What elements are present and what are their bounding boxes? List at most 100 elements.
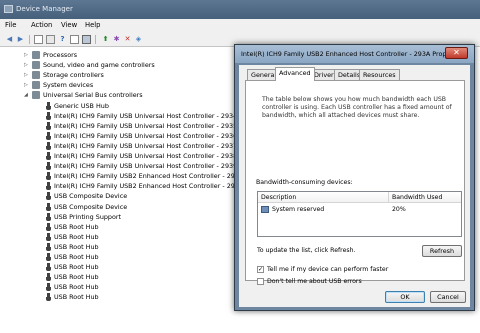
forward-icon[interactable]: ▶ bbox=[16, 35, 25, 44]
close-icon: ✕ bbox=[453, 48, 460, 57]
tree-device[interactable]: USB Root Hub bbox=[38, 222, 238, 232]
tree-device[interactable]: Intel(R) ICH9 Family USB2 Enhanced Host … bbox=[38, 171, 243, 181]
cancel-button[interactable]: Cancel bbox=[430, 291, 466, 303]
monitor-icon[interactable] bbox=[82, 35, 91, 44]
tree-category[interactable]: ▷ Sound, video and game controllers bbox=[24, 60, 224, 70]
storage-icon bbox=[32, 71, 40, 80]
plug-shape bbox=[46, 105, 51, 110]
tree-device[interactable]: Intel(R) ICH9 Family USB Universal Host … bbox=[38, 111, 238, 121]
usb-plug-icon bbox=[44, 141, 52, 150]
refresh-button[interactable]: Refresh bbox=[422, 245, 462, 257]
tree-device[interactable]: USB Root Hub bbox=[38, 282, 238, 292]
device-manager-app-icon bbox=[4, 5, 13, 13]
tree-device[interactable]: USB Root Hub bbox=[38, 262, 238, 272]
tree-device[interactable]: Intel(R) ICH9 Family USB Universal Host … bbox=[38, 141, 238, 151]
column-bandwidth-used[interactable]: Bandwidth Used bbox=[392, 194, 442, 201]
expand-icon[interactable]: ▷ bbox=[24, 50, 28, 60]
usb-errors-checkbox[interactable] bbox=[257, 278, 264, 285]
tell-me-faster-label: Tell me if my device can perform faster bbox=[267, 266, 389, 273]
uninstall-icon[interactable]: ✕ bbox=[123, 35, 132, 44]
tree-label: USB Composite Device bbox=[54, 192, 128, 201]
tab-resources[interactable]: Resources bbox=[359, 69, 400, 80]
usb-plug-icon bbox=[44, 283, 52, 292]
tree-device[interactable]: USB Printing Support bbox=[38, 212, 238, 222]
tree-category[interactable]: ▷ Storage controllers bbox=[24, 70, 224, 80]
tree-device[interactable]: USB Root Hub bbox=[38, 232, 238, 242]
tab-advanced[interactable]: Advanced bbox=[275, 67, 315, 81]
plug-shape bbox=[46, 115, 51, 120]
tree-category[interactable]: ▷ System devices bbox=[24, 80, 224, 90]
properties-icon[interactable] bbox=[34, 35, 43, 44]
refresh-instructions: To update the list, click Refresh. bbox=[257, 247, 356, 254]
tree-category[interactable]: ▷ Processors bbox=[24, 50, 224, 60]
tree-device[interactable]: Intel(R) ICH9 Family USB Universal Host … bbox=[38, 151, 238, 161]
usb-controller-icon bbox=[32, 91, 40, 100]
tell-me-faster-checkbox[interactable]: ✓ bbox=[257, 266, 264, 273]
tree-device[interactable]: Intel(R) ICH9 Family USB Universal Host … bbox=[38, 131, 238, 141]
usb-plug-icon bbox=[44, 273, 52, 282]
plug-shape bbox=[46, 186, 51, 191]
tree-label: USB Root Hub bbox=[54, 293, 99, 302]
device-manager-title-bar[interactable]: Device Manager bbox=[0, 0, 480, 19]
help-icon[interactable]: ? bbox=[58, 35, 67, 44]
plug-shape bbox=[46, 216, 51, 221]
menu-bar: File Action View Help bbox=[0, 19, 480, 32]
back-icon[interactable]: ◀ bbox=[5, 35, 14, 44]
menu-view[interactable]: View bbox=[61, 21, 77, 29]
tree-device[interactable]: USB Root Hub bbox=[38, 272, 238, 282]
list-view-icon[interactable] bbox=[46, 35, 55, 44]
tree-device[interactable]: Intel(R) ICH9 Family USB Universal Host … bbox=[38, 161, 238, 171]
usb-plug-icon bbox=[44, 172, 52, 181]
row-description: System reserved bbox=[272, 206, 325, 213]
system-device-icon bbox=[261, 206, 269, 213]
usb-plug-icon bbox=[44, 222, 52, 231]
collapse-icon[interactable]: ◢ bbox=[24, 90, 28, 100]
tree-category[interactable]: ◢ Universal Serial Bus controllers bbox=[24, 90, 224, 100]
enable-device-icon[interactable]: ◈ bbox=[134, 35, 143, 44]
table-row[interactable]: System reserved 20% bbox=[258, 205, 461, 215]
plug-shape bbox=[47, 111, 50, 116]
tree-label: Intel(R) ICH9 Family USB2 Enhanced Host … bbox=[54, 172, 244, 181]
tree-device[interactable]: USB Root Hub bbox=[38, 242, 238, 252]
tree-device[interactable]: Intel(R) ICH9 Family USB Universal Host … bbox=[38, 121, 238, 131]
tree-label: Intel(R) ICH9 Family USB2 Enhanced Host … bbox=[54, 182, 244, 191]
tree-label: Processors bbox=[43, 51, 78, 59]
bandwidth-list[interactable]: Description Bandwidth Used System reserv… bbox=[257, 191, 462, 237]
usb-plug-icon bbox=[44, 101, 52, 110]
plug-shape bbox=[47, 101, 50, 106]
menu-file[interactable]: File bbox=[5, 21, 16, 29]
column-description[interactable]: Description bbox=[261, 194, 296, 201]
scan-hardware-icon[interactable]: ✱ bbox=[112, 35, 121, 44]
update-driver-icon[interactable]: ⬆ bbox=[101, 35, 110, 44]
tree-label: USB Root Hub bbox=[54, 232, 99, 241]
plug-shape bbox=[46, 287, 51, 292]
tree-label: Intel(R) ICH9 Family USB Universal Host … bbox=[54, 141, 238, 150]
tree-label: USB Root Hub bbox=[54, 253, 99, 261]
tree-device[interactable]: USB Composite Device bbox=[38, 191, 238, 201]
tree-device[interactable]: Intel(R) ICH9 Family USB2 Enhanced Host … bbox=[38, 181, 243, 191]
expand-icon[interactable]: ▷ bbox=[24, 70, 28, 80]
show-hidden-icon[interactable] bbox=[70, 35, 79, 44]
usb-plug-icon bbox=[44, 131, 52, 140]
tree-device[interactable]: USB Composite Device bbox=[38, 202, 238, 212]
expand-icon[interactable]: ▷ bbox=[24, 80, 28, 90]
tree-label: USB Root Hub bbox=[54, 222, 99, 231]
tree-label: Storage controllers bbox=[43, 71, 104, 80]
dialog-title-bar[interactable]: Intel(R) ICH9 Family USB2 Enhanced Host … bbox=[235, 45, 474, 63]
plug-shape bbox=[46, 246, 51, 251]
tree-device[interactable]: Generic USB Hub bbox=[38, 101, 238, 111]
expand-icon[interactable]: ▷ bbox=[24, 60, 28, 70]
plug-shape bbox=[46, 166, 51, 171]
tree-label: Intel(R) ICH9 Family USB Universal Host … bbox=[54, 121, 238, 130]
ok-button[interactable]: OK bbox=[385, 291, 425, 303]
close-button[interactable]: ✕ bbox=[445, 47, 468, 59]
menu-action[interactable]: Action bbox=[31, 21, 52, 29]
plug-shape bbox=[47, 202, 50, 207]
usb-plug-icon bbox=[44, 182, 52, 191]
toolbar-separator bbox=[95, 35, 96, 44]
tree-device[interactable]: USB Root Hub bbox=[38, 292, 238, 302]
usb-errors-label: Don't tell me about USB errors bbox=[267, 278, 362, 285]
plug-shape bbox=[46, 257, 51, 261]
tree-device[interactable]: USB Root Hub bbox=[38, 252, 238, 262]
menu-help[interactable]: Help bbox=[85, 21, 101, 29]
